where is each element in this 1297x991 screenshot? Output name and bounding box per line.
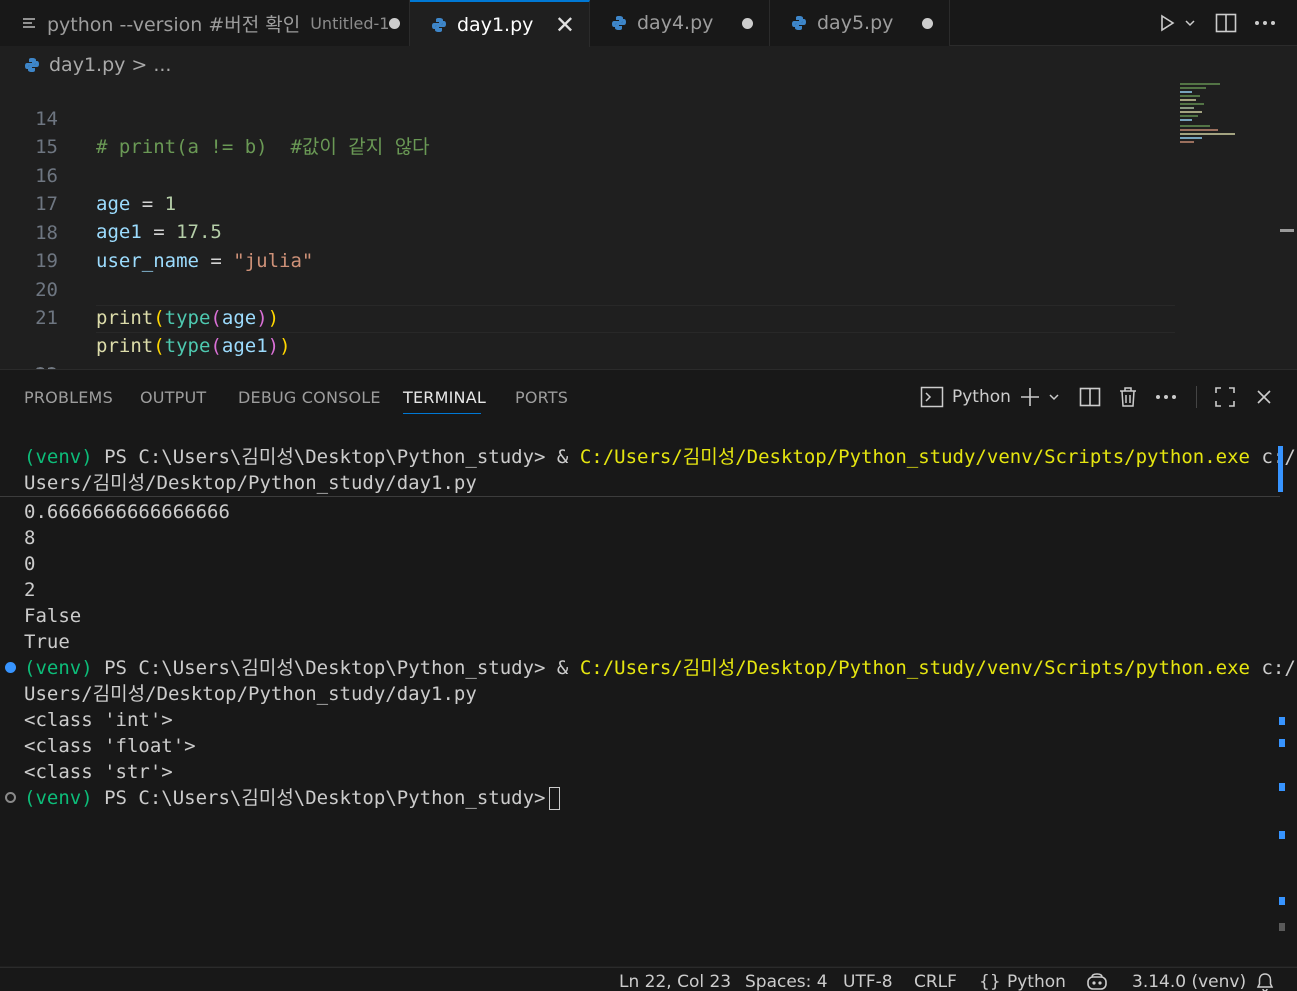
current-line-highlight — [96, 305, 1175, 333]
terminal-prompt-line[interactable]: (venv) PS C:\Users\김미성\Desktop\Python_st… — [24, 785, 561, 811]
more-icon[interactable] — [1251, 9, 1279, 37]
terminal-output-line: 0.6666666666666666 — [24, 501, 230, 523]
scrollbar-marker — [1279, 783, 1285, 791]
command-success-dot-icon[interactable] — [5, 662, 16, 673]
code-editor[interactable]: 14 # print(a != b) #값이 같지 않다 15 16 age =… — [0, 83, 1297, 369]
play-icon[interactable] — [1153, 9, 1181, 37]
terminal-icon — [920, 386, 944, 408]
terminal-command-line: Users/김미성/Desktop/Python_study/day1.py — [24, 683, 477, 705]
menu-lines-icon — [20, 14, 38, 32]
tab-description: Untitled-1 — [310, 13, 390, 33]
python-file-icon — [790, 14, 808, 32]
code-line: 20 print(type(age)) — [0, 248, 1175, 329]
close-icon[interactable]: ✕ — [555, 13, 575, 37]
bell-icon[interactable] — [1256, 972, 1274, 991]
unsaved-dot-icon[interactable] — [922, 17, 933, 29]
command-pending-dot-icon[interactable] — [5, 792, 16, 803]
code-line: 18 user_name = "julia" — [0, 191, 1175, 272]
unsaved-dot-icon[interactable] — [389, 17, 401, 29]
indentation[interactable]: Spaces: 4 — [745, 972, 828, 991]
tab-terminal[interactable]: TERMINAL — [403, 388, 486, 407]
code-line: 23 ''' — [0, 333, 1175, 369]
terminal-name: Python — [952, 387, 1011, 407]
tab-label: day4.py — [637, 12, 714, 34]
code-line: 19 — [0, 219, 1175, 272]
terminal-command-line: Users/김미성/Desktop/Python_study/day1.py — [24, 472, 477, 494]
tab-ports[interactable]: PORTS — [515, 388, 568, 407]
terminal-output-line: <class 'float'> — [24, 735, 196, 757]
current-code-line: 22 print(type(user_name)) — [0, 305, 1175, 369]
editor-tab-bar: python --version #버전 확인 Untitled-1 day1.… — [0, 0, 1297, 47]
chevron-down-icon[interactable] — [1180, 9, 1200, 37]
maximize-panel-icon[interactable] — [1213, 380, 1237, 414]
terminal-output-line: True — [24, 631, 70, 653]
python-interpreter[interactable]: 3.14.0 (venv) — [1132, 972, 1246, 991]
status-bar: Ln 22, Col 23 Spaces: 4 UTF-8 CRLF {} Py… — [0, 967, 1297, 991]
plus-icon[interactable] — [1018, 380, 1042, 414]
more-icon[interactable] — [1154, 380, 1178, 414]
scrollbar-position-marker[interactable] — [1280, 229, 1294, 232]
braces-icon[interactable]: {} — [979, 972, 1001, 991]
tab-problems[interactable]: PROBLEMS — [24, 388, 113, 407]
scrollbar-marker — [1279, 897, 1285, 905]
terminal-output-line: 2 — [24, 579, 36, 601]
trash-icon[interactable] — [1116, 380, 1140, 414]
divider — [1196, 386, 1197, 408]
line-ending[interactable]: CRLF — [914, 972, 957, 991]
terminal-output-line: False — [24, 605, 82, 627]
python-file-icon — [610, 14, 628, 32]
breadcrumb-file[interactable]: day1.py — [49, 54, 125, 76]
scrollbar-marker — [1279, 717, 1285, 725]
tab-day1[interactable]: day1.py ✕ — [410, 0, 590, 47]
unsaved-dot-icon[interactable] — [742, 17, 753, 29]
active-tab-indicator — [403, 413, 481, 414]
tab-output[interactable]: OUTPUT — [140, 388, 206, 407]
copilot-icon[interactable] — [1086, 973, 1108, 991]
scrollbar-marker — [1279, 739, 1285, 747]
terminal-scrollbar-thumb[interactable] — [1278, 446, 1283, 492]
tab-debug-console[interactable]: DEBUG CONSOLE — [238, 388, 381, 407]
terminal-cursor — [549, 787, 561, 810]
terminal-output[interactable]: (venv) PS C:\Users\김미성\Desktop\Python_st… — [0, 442, 1296, 962]
python-file-icon — [430, 16, 448, 34]
tab-day5[interactable]: day5.py — [770, 0, 950, 46]
language-mode[interactable]: Python — [1007, 972, 1066, 991]
tab-label: day1.py — [457, 13, 534, 36]
terminal-command-line: (venv) PS C:\Users\김미성\Desktop\Python_st… — [24, 657, 1296, 679]
tab-label: python --version #버전 확인 — [47, 13, 301, 36]
encoding[interactable]: UTF-8 — [843, 972, 893, 991]
chevron-down-icon[interactable] — [1045, 380, 1063, 414]
breadcrumb-separator: > — [131, 54, 148, 76]
tab-label: day5.py — [817, 12, 894, 34]
command-separator — [0, 496, 1280, 497]
breadcrumb: day1.py > ... — [0, 47, 1297, 83]
panel-tabs: PROBLEMS OUTPUT DEBUG CONSOLE TERMINAL P… — [0, 370, 900, 426]
code-line: 15 — [0, 105, 1175, 158]
terminal-selector[interactable]: Python — [920, 380, 1011, 414]
minimap[interactable] — [1175, 83, 1275, 369]
code-line: 21 print(type(age1)) — [0, 276, 1175, 357]
terminal-output-line: <class 'str'> — [24, 761, 173, 783]
tab-untitled-1[interactable]: python --version #버전 확인 Untitled-1 — [0, 0, 410, 46]
terminal-output-line: <class 'int'> — [24, 709, 173, 731]
cursor-position[interactable]: Ln 22, Col 23 — [619, 972, 731, 991]
bottom-panel: PROBLEMS OUTPUT DEBUG CONSOLE TERMINAL P… — [0, 369, 1297, 966]
terminal-output-line: 8 — [24, 527, 36, 549]
scrollbar-marker — [1279, 923, 1285, 931]
code-line: 16 age = 1 — [0, 134, 1175, 215]
terminal-command-line: (venv) PS C:\Users\김미성\Desktop\Python_st… — [24, 446, 1296, 468]
terminal-output-line: 0 — [24, 553, 36, 575]
python-file-icon — [24, 57, 41, 74]
tab-day4[interactable]: day4.py — [590, 0, 770, 46]
code-line: 17 age1 = 17.5 — [0, 162, 1175, 243]
split-terminal-icon[interactable] — [1078, 380, 1102, 414]
breadcrumb-more[interactable]: ... — [153, 54, 171, 76]
scrollbar-marker — [1279, 831, 1285, 839]
close-panel-icon[interactable] — [1252, 380, 1276, 414]
code-line: 14 # print(a != b) #값이 같지 않다 — [0, 83, 1175, 158]
split-editor-icon[interactable] — [1212, 9, 1240, 37]
